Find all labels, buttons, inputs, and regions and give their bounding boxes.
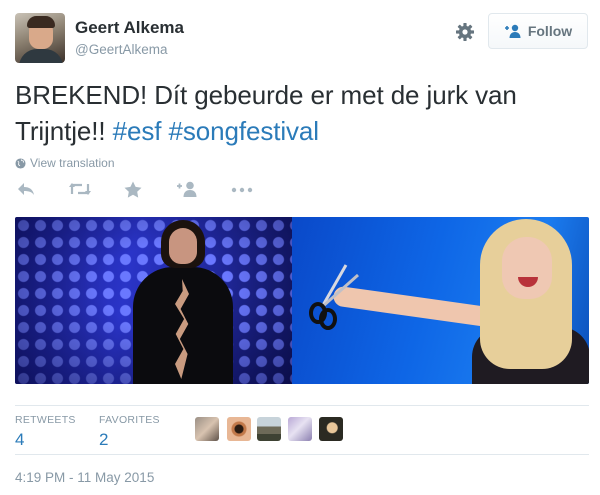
favoriter-avatar[interactable] [257,417,281,441]
follow-user-icon [504,24,521,38]
follow-button-label: Follow [527,23,573,39]
globe-icon [15,157,26,169]
hashtag-link[interactable]: #esf [113,116,162,146]
tweet-text: BREKEND! Dít gebeurde er met de jurk van… [15,77,593,149]
retweets-count: 4 [15,430,25,449]
favorites-stat[interactable]: FAVORITES 2 [99,414,160,450]
favoriter-avatar[interactable] [227,417,251,441]
photo-right-panel [292,217,589,384]
hashtag-link[interactable]: #songfestival [169,116,320,146]
favoriter-avatar[interactable] [288,417,312,441]
view-translation-label: View translation [30,156,115,170]
reply-icon[interactable] [16,181,36,199]
retweets-label: RETWEETS [15,414,76,426]
favorites-count: 2 [99,430,109,449]
tweet-timestamp[interactable]: 4:19 PM - 11 May 2015 [15,470,154,485]
user-username[interactable]: @GeertAlkema [75,42,167,57]
favoriter-avatar[interactable] [319,417,343,441]
more-icon[interactable] [231,181,253,199]
tweet-card: Geert Alkema @GeertAlkema Follow BREKEND… [0,0,600,495]
tweet-media-photo[interactable] [15,217,589,384]
favorites-label: FAVORITES [99,414,160,426]
scissors-icon [309,264,359,330]
user-fullname[interactable]: Geert Alkema [75,18,184,38]
retweets-stat[interactable]: RETWEETS 4 [15,414,76,450]
view-translation-link[interactable]: View translation [15,156,115,170]
star-icon[interactable] [124,181,142,199]
retweet-icon[interactable] [68,181,92,199]
timestamp-divider [15,454,589,455]
photo-left-panel [15,217,292,384]
follow-button[interactable]: Follow [488,13,588,49]
stats-divider [15,405,589,406]
add-user-icon[interactable] [176,181,198,199]
user-avatar[interactable] [15,13,65,63]
gear-icon[interactable] [455,22,475,42]
favoriter-avatar[interactable] [195,417,219,441]
